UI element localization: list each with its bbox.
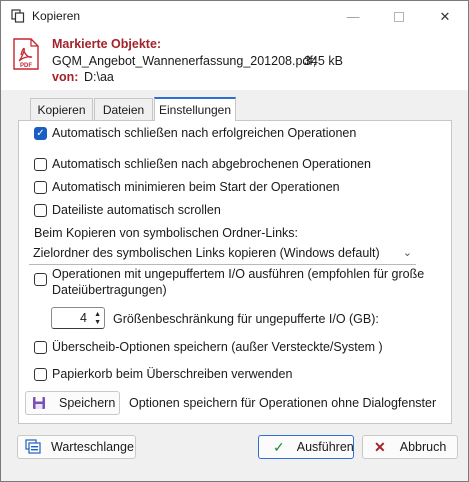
tab-einstellungen[interactable]: Einstellungen [154,97,236,121]
close-button[interactable]: ✕ [422,1,468,32]
unbuffered-io-label-line1[interactable]: Operationen mit ungepuffertem I/O ausfüh… [52,267,424,281]
cancel-button-label: Abbruch [399,440,447,454]
auto-scroll-label[interactable]: Dateiliste automatisch scrollen [52,203,221,217]
auto-close-success-label[interactable]: Automatisch schließen nach erfolgreichen… [52,126,356,140]
maximize-button[interactable] [376,1,422,32]
close-icon: ✕ [439,8,451,24]
save-settings-button[interactable]: Speichern [25,391,120,415]
selected-objects-label: Markierte Objekte: [52,37,162,51]
execute-button[interactable]: ✓ Ausführen [258,435,354,459]
selection-header: PDF Markierte Objekte: GQM_Angebot_Wanne… [1,32,468,90]
stepper-down-icon[interactable]: ▼ [94,319,101,326]
source-path: D:\aa [84,70,114,84]
window-title: Kopieren [32,9,81,23]
tab-kopieren[interactable]: Kopieren [30,98,93,120]
pdf-file-icon: PDF [13,38,39,70]
cancel-x-icon: ✕ [374,438,386,455]
unbuffered-limit-value[interactable]: 4 [80,311,87,325]
selected-filesize: 345 kB [304,54,343,68]
recycle-bin-label[interactable]: Papierkorb beim Überschreiben verwenden [52,367,292,381]
unbuffered-io-label-line2[interactable]: Dateiübertragungen) [52,283,167,297]
auto-minimize-checkbox[interactable] [34,181,47,194]
symlink-section-label: Beim Kopieren von symbolischen Ordner-Li… [34,226,299,240]
chevron-down-icon: ⌄ [402,247,412,259]
unbuffered-limit-label: Größenbeschränkung für ungepufferte I/O … [113,312,379,326]
symlink-selected-value: Zielordner des symbolischen Links kopier… [33,246,380,260]
copy-dialog: Kopieren — ✕ PDF Markierte Objekte: GQM_… [0,0,469,482]
queue-button-label: Warteschlange [51,440,134,454]
tab-dateien[interactable]: Dateien [94,98,153,120]
save-overwrite-checkbox[interactable] [34,341,47,354]
unbuffered-io-checkbox[interactable] [34,273,47,286]
save-settings-label: Speichern [59,396,116,410]
auto-minimize-label[interactable]: Automatisch minimieren beim Start der Op… [52,180,340,194]
maximize-icon [394,11,404,22]
save-settings-hint: Optionen speichern für Operationen ohne … [129,396,437,410]
svg-text:PDF: PDF [20,63,32,69]
auto-close-success-checkbox[interactable]: ✓ [34,127,47,140]
save-overwrite-label[interactable]: Überscheib-Optionen speichern (außer Ver… [52,340,383,354]
auto-close-abort-label[interactable]: Automatisch schließen nach abgebrochenen… [52,157,371,171]
minimize-icon: — [346,9,360,24]
title-bar[interactable]: Kopieren — ✕ [1,1,468,32]
checkmark-icon: ✓ [273,438,285,455]
auto-close-abort-checkbox[interactable] [34,158,47,171]
queue-icon [25,439,41,454]
symlink-dropdown[interactable]: Zielordner des symbolischen Links kopier… [29,243,416,265]
stepper-up-icon[interactable]: ▲ [94,311,101,318]
copy-app-icon [11,9,25,23]
execute-button-label: Ausführen [296,440,354,454]
selected-filename: GQM_Angebot_Wannenerfassung_201208.pdf; [52,54,317,68]
unbuffered-limit-stepper[interactable]: 4 ▲ ▼ [51,307,105,329]
queue-button[interactable]: Warteschlange [17,435,136,459]
minimize-button[interactable]: — [330,1,376,32]
source-label: von: [52,70,79,84]
floppy-disk-icon [33,397,45,409]
auto-scroll-checkbox[interactable] [34,204,47,217]
recycle-bin-checkbox[interactable] [34,368,47,381]
cancel-button[interactable]: ✕ Abbruch [362,435,458,459]
